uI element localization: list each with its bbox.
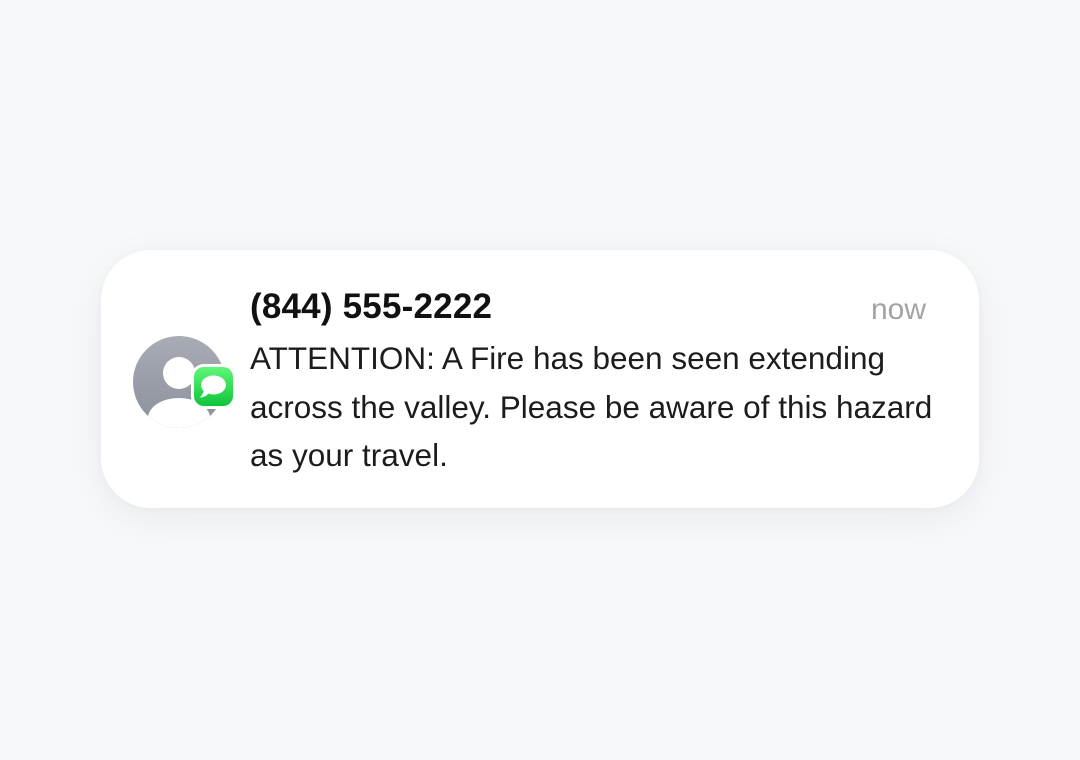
speech-bubble-icon xyxy=(199,375,226,398)
message-body: ATTENTION: A Fire has been seen extendin… xyxy=(250,340,933,473)
notification-timestamp: now xyxy=(870,293,926,326)
sender-phone-number: (844) 555-2222 xyxy=(250,287,493,326)
message-notification[interactable]: (844) 555-2222 now ATTENTION: A Fire has… xyxy=(101,250,979,508)
messages-app-icon xyxy=(194,367,233,406)
